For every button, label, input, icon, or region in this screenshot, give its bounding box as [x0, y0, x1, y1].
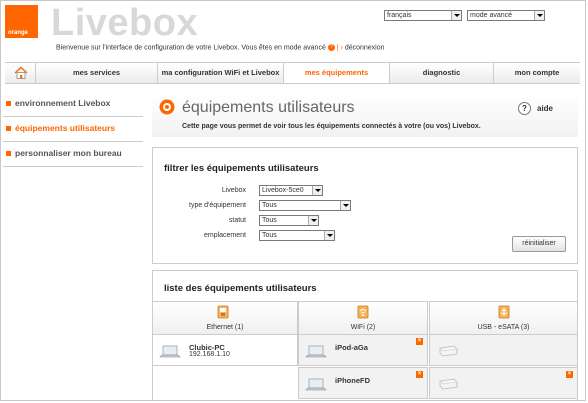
filter-panel: filtrer les équipements utilisateurs Liv…: [152, 147, 578, 264]
column-title: WiFi (2): [350, 324, 376, 331]
device-name: iPhoneFD: [335, 376, 370, 385]
close-icon[interactable]: ×: [416, 338, 423, 345]
device-card[interactable]: [429, 334, 578, 366]
browser-frame: orange Livebox français mode avancé Bien…: [0, 0, 586, 401]
tab-diagnostic[interactable]: diagnostic: [390, 63, 494, 83]
status-label: statut: [228, 217, 246, 224]
devices-heading: liste des équipements utilisateurs: [164, 283, 317, 294]
ethernet-icon: [217, 305, 229, 319]
tab-mes-equipements[interactable]: mes équipements: [284, 63, 390, 83]
status-select[interactable]: Tous: [259, 215, 319, 226]
location-select-value: Tous: [262, 232, 277, 239]
devices-panel: liste des équipements utilisateurs Ether…: [152, 270, 578, 400]
chevron-down-icon: [308, 216, 318, 225]
wifi-icon: [357, 305, 369, 319]
livebox-select-value: Livebox-5ce0: [262, 187, 304, 194]
chevron-down-icon: [340, 201, 350, 210]
page-header: équipements utilisateurs Cette page vous…: [152, 93, 578, 137]
device-card[interactable]: ×: [429, 367, 578, 399]
arrow-right-icon: ›: [340, 44, 343, 52]
filter-heading: filtrer les équipements utilisateurs: [164, 163, 319, 174]
separator: |: [336, 44, 339, 52]
page-subtitle: Cette page vous permet de voir tous les …: [182, 123, 481, 130]
type-label: type d'équipement: [189, 202, 246, 209]
sidebar-item-personnaliser[interactable]: personnaliser mon bureau: [3, 145, 143, 167]
gear-icon: [159, 99, 175, 115]
type-select-value: Tous: [262, 202, 277, 209]
location-select[interactable]: Tous: [259, 230, 335, 241]
chevron-down-icon: [451, 11, 461, 20]
sidebar-item-equipements[interactable]: équipements utilisateurs: [3, 120, 143, 142]
column-title: Ethernet (1): [206, 324, 244, 331]
device-ip: 192.168.1.10: [189, 351, 230, 358]
usb-icon: [498, 305, 510, 319]
welcome-line: Bienvenue sur l'interface de configurati…: [56, 44, 385, 51]
logout-link[interactable]: déconnexion: [345, 44, 385, 51]
sidebar-item-environnement[interactable]: environnement Livebox: [3, 95, 143, 117]
column-title: USB - eSATA (3): [477, 324, 530, 331]
status-select-value: Tous: [262, 217, 277, 224]
drive-icon: [439, 345, 458, 357]
language-select-value: français: [387, 12, 412, 19]
device-card[interactable]: iPhoneFD ×: [298, 367, 428, 399]
chevron-down-icon: [324, 231, 334, 240]
chevron-down-icon: [534, 11, 544, 20]
chevron-down-icon: [312, 186, 322, 195]
mode-select[interactable]: mode avancé: [467, 10, 545, 21]
language-select[interactable]: français: [384, 10, 462, 21]
help-link[interactable]: aide: [537, 104, 553, 113]
livebox-select[interactable]: Livebox-5ce0: [259, 185, 323, 196]
close-icon[interactable]: ×: [416, 371, 423, 378]
close-icon[interactable]: ×: [566, 371, 573, 378]
tab-mon-compte[interactable]: mon compte: [494, 63, 580, 83]
tab-ma-configuration[interactable]: ma configuration WiFi et Livebox: [158, 63, 284, 83]
sidebar: environnement Livebox équipements utilis…: [3, 95, 143, 170]
welcome-text: Bienvenue sur l'interface de configurati…: [56, 44, 326, 52]
logo-text: orange: [8, 30, 29, 36]
help-icon[interactable]: ?: [518, 102, 531, 115]
tab-home[interactable]: [5, 63, 36, 83]
tab-mes-services[interactable]: mes services: [36, 63, 158, 83]
laptop-icon: [305, 378, 327, 391]
home-icon: [14, 66, 28, 79]
device-name: iPod-aGa: [335, 343, 368, 352]
device-card[interactable]: iPod-aGa ×: [298, 334, 428, 366]
help-icon[interactable]: ?: [327, 44, 335, 51]
orange-logo[interactable]: orange: [5, 5, 38, 38]
livebox-label: Livebox: [221, 187, 246, 194]
device-card[interactable]: Clubic-PC 192.168.1.10: [152, 334, 298, 366]
reset-button[interactable]: réinitialiser: [512, 236, 566, 252]
column-ethernet[interactable]: Ethernet (1): [152, 301, 298, 335]
location-label: emplacement: [203, 232, 246, 239]
column-usb[interactable]: USB - eSATA (3): [429, 301, 578, 335]
livebox-brand: Livebox: [51, 2, 199, 44]
column-wifi[interactable]: WiFi (2): [298, 301, 428, 335]
page-title: équipements utilisateurs: [182, 99, 355, 116]
drive-icon: [439, 378, 458, 390]
main-nav: mes services ma configuration WiFi et Li…: [5, 62, 580, 84]
mode-select-value: mode avancé: [470, 12, 513, 19]
laptop-icon: [305, 345, 327, 358]
laptop-icon: [159, 345, 181, 358]
type-select[interactable]: Tous: [259, 200, 351, 211]
